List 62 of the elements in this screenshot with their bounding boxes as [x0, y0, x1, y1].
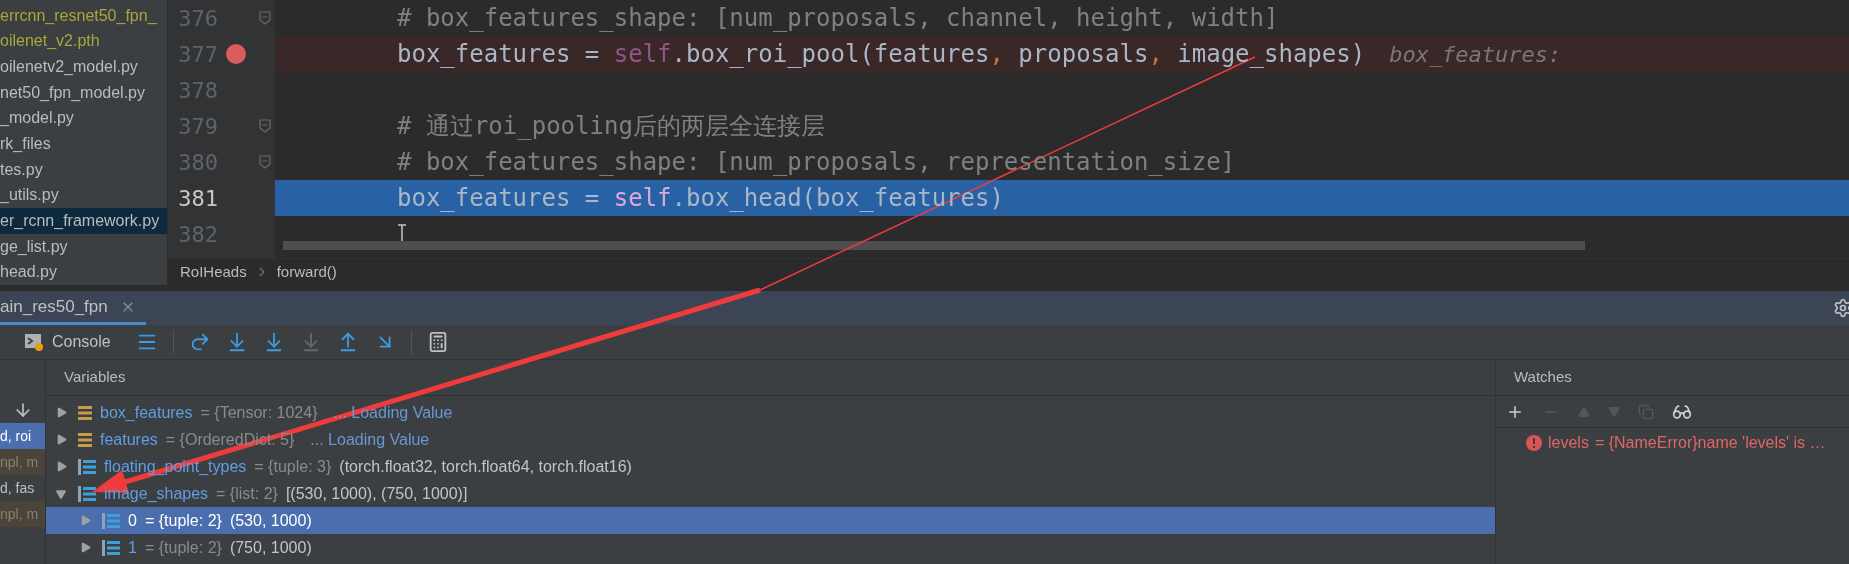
file-tree-item[interactable]: oilenetv2_model.py [0, 54, 167, 80]
variable-value: (torch.float32, torch.float64, torch.float16) [339, 456, 632, 477]
file-tree-item[interactable]: head.py [0, 259, 167, 285]
variable-value: ... Loading Value [310, 429, 430, 450]
variable-type: = {tuple: 2} [144, 510, 222, 531]
frame-item[interactable]: d, fas [0, 475, 45, 501]
breadcrumb[interactable]: RoIHeads [180, 260, 247, 284]
variable-row[interactable]: 0 = {tuple: 2} (530, 1000) [46, 507, 1495, 534]
list-icon [102, 511, 120, 530]
code-comment: # box_features_shape: [num_proposals, channel, height, width] [397, 3, 1279, 34]
variable-name: 1 [128, 537, 137, 558]
file-tree-item[interactable]: net50_fpn_model.py [0, 79, 167, 106]
variable-name: 0 [128, 510, 137, 531]
file-tree-item[interactable]: oilenet_v2.pth [0, 28, 167, 55]
variable-name: image_shapes [104, 483, 209, 504]
inline-value-hint: box_features: [1389, 40, 1562, 69]
debug-session-tab[interactable]: ain_res50_fpn [0, 291, 146, 325]
watch-value: = {NameError}name 'levels' is … [1594, 433, 1826, 453]
code-comment: # 通过roi_pooling后的两层全连接层 [397, 111, 825, 142]
variable-name: box_features [100, 402, 193, 423]
watch-name: levels [1548, 433, 1589, 453]
horizontal-scrollbar[interactable] [283, 241, 1585, 250]
list-icon [102, 538, 120, 557]
fold-marker-icon[interactable] [258, 119, 271, 133]
frame-item[interactable]: d, roi [0, 423, 45, 449]
breadcrumb[interactable]: forward() [276, 260, 337, 284]
variable-type: = {tuple: 2} [144, 537, 222, 558]
file-tree-item[interactable]: _model.py [0, 105, 167, 132]
file-tree-item[interactable]: _utils.py [0, 182, 167, 209]
file-tree-item[interactable]: errcnn_resnet50_fpn_ [0, 3, 167, 29]
field-icon [78, 431, 92, 448]
code-line: box_features = self.box_roi_pool(features, proposals, image_shapes) [397, 39, 1366, 70]
variable-type: = {tuple: 3} [254, 456, 332, 477]
variable-value: [(530, 1000), (750, 1000)] [285, 483, 468, 504]
variable-value: ... Loading Value [333, 402, 453, 423]
file-tree-item[interactable]: er_rcnn_framework.py [0, 208, 167, 234]
fold-marker-icon[interactable] [258, 11, 271, 25]
file-tree-item[interactable]: ge_list.py [0, 233, 167, 260]
file-tree-item[interactable]: tes.py [0, 156, 167, 183]
panel-title: Watches [1514, 367, 1572, 388]
console-tab[interactable]: Console [24, 330, 111, 354]
file-tree-item[interactable]: rk_files [0, 131, 167, 157]
variable-value: (750, 1000) [229, 537, 312, 558]
variable-name: features [100, 429, 158, 450]
breakpoint-icon[interactable] [226, 44, 246, 64]
field-icon [78, 404, 92, 421]
chevron-icon [258, 267, 265, 277]
variable-row[interactable]: image_shapes = {list: 2} [(530, 1000), (750, 1000)] [46, 480, 1495, 507]
console-icon [24, 332, 44, 352]
variable-row[interactable]: box_features = {Tensor: 1024} ... Loading Value [46, 399, 1495, 426]
variable-type: = {list: 2} [216, 483, 278, 504]
settings-icon[interactable] [1833, 298, 1849, 318]
variable-type: = {Tensor: 1024} [200, 402, 318, 423]
fold-marker-icon[interactable] [258, 155, 271, 169]
line-number: 381 [177, 184, 218, 213]
error-icon [1526, 435, 1542, 451]
variable-row[interactable]: 1 = {tuple: 2} (750, 1000) [46, 534, 1495, 561]
variable-value: (530, 1000) [229, 510, 312, 531]
watch-item[interactable]: levels = {NameError}name 'levels' is … [1496, 428, 1849, 458]
panel-title: Variables [64, 367, 126, 388]
list-icon [78, 484, 96, 503]
list-icon [78, 457, 96, 476]
